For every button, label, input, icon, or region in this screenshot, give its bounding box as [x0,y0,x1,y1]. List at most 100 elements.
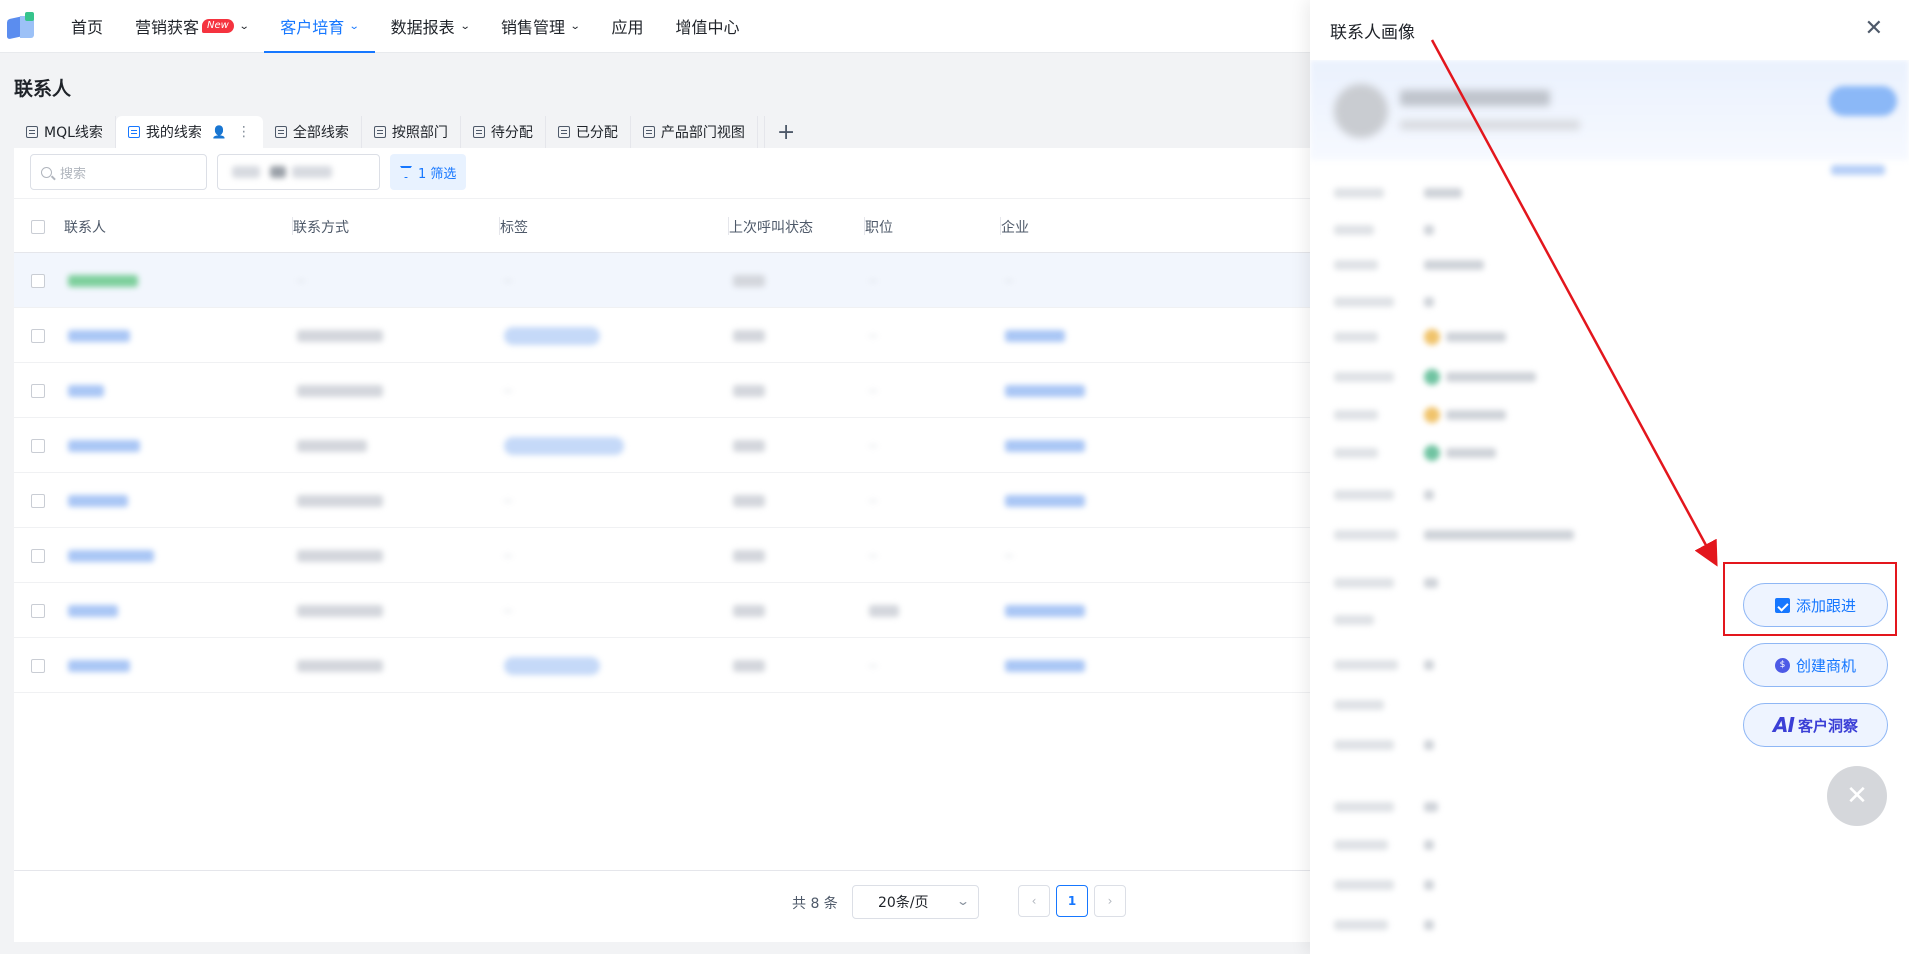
company-redacted[interactable] [1005,554,1013,557]
contact-name-redacted[interactable] [68,494,128,507]
add-view-button[interactable]: + [763,116,807,148]
table-row[interactable] [14,253,1314,308]
page-number-1[interactable]: 1 [1056,885,1088,917]
table-row[interactable] [14,638,1314,693]
table-row[interactable] [14,528,1314,583]
owner-filter-select[interactable] [217,154,380,190]
nav-item-5[interactable]: 应用 [595,0,659,53]
view-tab-2[interactable]: 全部线索 [263,116,362,148]
table-cell [733,638,765,693]
call-status-redacted [733,604,765,617]
search-input[interactable]: 搜索 [30,154,207,190]
table-cell [68,528,154,583]
table-row[interactable] [14,363,1314,418]
company-redacted[interactable] [1005,279,1013,282]
follow-pill-redacted[interactable] [1829,86,1897,116]
job-title-redacted [869,554,877,557]
row-select-cell [31,473,45,528]
contact-name-redacted[interactable] [68,274,138,287]
contact-phone-redacted [297,329,383,342]
contact-name-redacted[interactable] [68,329,130,342]
column-header-1[interactable]: 联系方式 [293,199,500,254]
job-title-redacted [869,334,877,337]
row-checkbox[interactable] [31,438,45,453]
page-size-value: 20条/页 [878,895,929,911]
table-cell [1005,253,1013,308]
create-opportunity-label: 创建商机 [1795,656,1856,675]
contact-name-redacted[interactable] [68,549,154,562]
filter-button[interactable]: 1 筛选 [390,154,467,190]
table-row[interactable] [14,583,1314,638]
table-row[interactable] [14,308,1314,363]
contact-subtitle-redacted [1400,120,1580,130]
contact-name-redacted[interactable] [68,384,104,397]
next-page-button[interactable]: › [1094,885,1126,917]
table-cell [733,528,765,583]
nav-item-4[interactable]: 销售管理 ⌄ [485,0,595,53]
floating-close-button[interactable]: ✕ [1827,766,1887,826]
row-checkbox[interactable] [31,328,45,343]
table-cell [1005,308,1065,363]
nav-item-1[interactable]: 营销获客 New ⌄ [119,0,264,53]
drawer-title: 联系人画像 [1330,23,1415,43]
row-select-cell [31,308,45,363]
select-all-checkbox[interactable] [31,219,45,234]
table-cell [869,528,877,583]
view-tab-4[interactable]: 待分配 [461,116,546,148]
table-cell [297,363,383,418]
table-cell [869,253,877,308]
contact-name-redacted[interactable] [68,439,140,452]
company-redacted[interactable] [1005,439,1085,452]
app-logo-icon[interactable] [7,12,35,40]
view-tab-1[interactable]: 我的线索 👤 ⋮ [115,116,263,148]
column-header-label: 上次呼叫状态 [729,219,813,236]
company-redacted[interactable] [1005,384,1085,397]
drawer-header: 联系人画像 ✕ [1310,0,1909,60]
nav-item-6[interactable]: 增值中心 [659,0,755,53]
table-row[interactable] [14,418,1314,473]
more-info-link-redacted[interactable] [1831,165,1885,175]
toolbar: 搜索 1 筛选 [30,154,467,190]
prev-page-button[interactable]: ‹ [1018,885,1050,917]
close-icon[interactable]: ✕ [1865,18,1883,40]
chevron-down-icon: ⌄ [238,20,250,32]
row-checkbox[interactable] [31,603,45,618]
column-header-5[interactable]: 企业 [1001,199,1314,254]
table-body [14,253,1314,693]
table-cell [504,473,512,528]
contact-name-redacted[interactable] [68,659,130,672]
create-opportunity-button[interactable]: $ 创建商机 [1743,643,1888,687]
company-redacted[interactable] [1005,604,1085,617]
view-tab-5[interactable]: 已分配 [546,116,631,148]
row-checkbox[interactable] [31,273,45,288]
row-checkbox[interactable] [31,548,45,563]
table-row[interactable] [14,473,1314,528]
search-icon [41,166,52,178]
nav-item-3[interactable]: 数据报表 ⌄ [375,0,485,53]
column-header-2[interactable]: 标签 [500,199,729,254]
column-header-0[interactable]: 联系人 [64,199,293,254]
view-tab-6[interactable]: 产品部门视图 [631,116,758,148]
nav-menu: 首页 营销获客 New ⌄ 客户培育 ⌄ 数据报表 ⌄ 销售管理 ⌄ 应用 增值中心 [55,0,755,53]
row-checkbox[interactable] [31,383,45,398]
company-redacted[interactable] [1005,494,1085,507]
column-header-4[interactable]: 职位 [865,199,1001,254]
row-checkbox[interactable] [31,493,45,508]
view-tab-0[interactable]: MQL线索 [14,116,116,148]
contact-name-redacted[interactable] [68,604,118,617]
more-icon[interactable]: ⋮ [237,124,251,140]
company-redacted[interactable] [1005,329,1065,342]
customer-insight-button[interactable]: AI 客户洞察 [1743,703,1888,747]
view-tab-3[interactable]: 按照部门 [362,116,461,148]
annotation-highlight-box [1723,562,1897,636]
page-size-select[interactable]: 20条/页 ⌄ [852,885,979,919]
column-header-3[interactable]: 上次呼叫状态 [729,199,865,254]
nav-item-2[interactable]: 客户培育 ⌄ [264,0,376,53]
company-redacted[interactable] [1005,659,1085,672]
nav-item-0[interactable]: 首页 [55,0,119,53]
row-select-cell [31,253,45,308]
job-title-redacted [869,279,877,282]
row-checkbox[interactable] [31,658,45,673]
table-cell [68,308,130,363]
profile-header-bg [1310,60,1909,160]
